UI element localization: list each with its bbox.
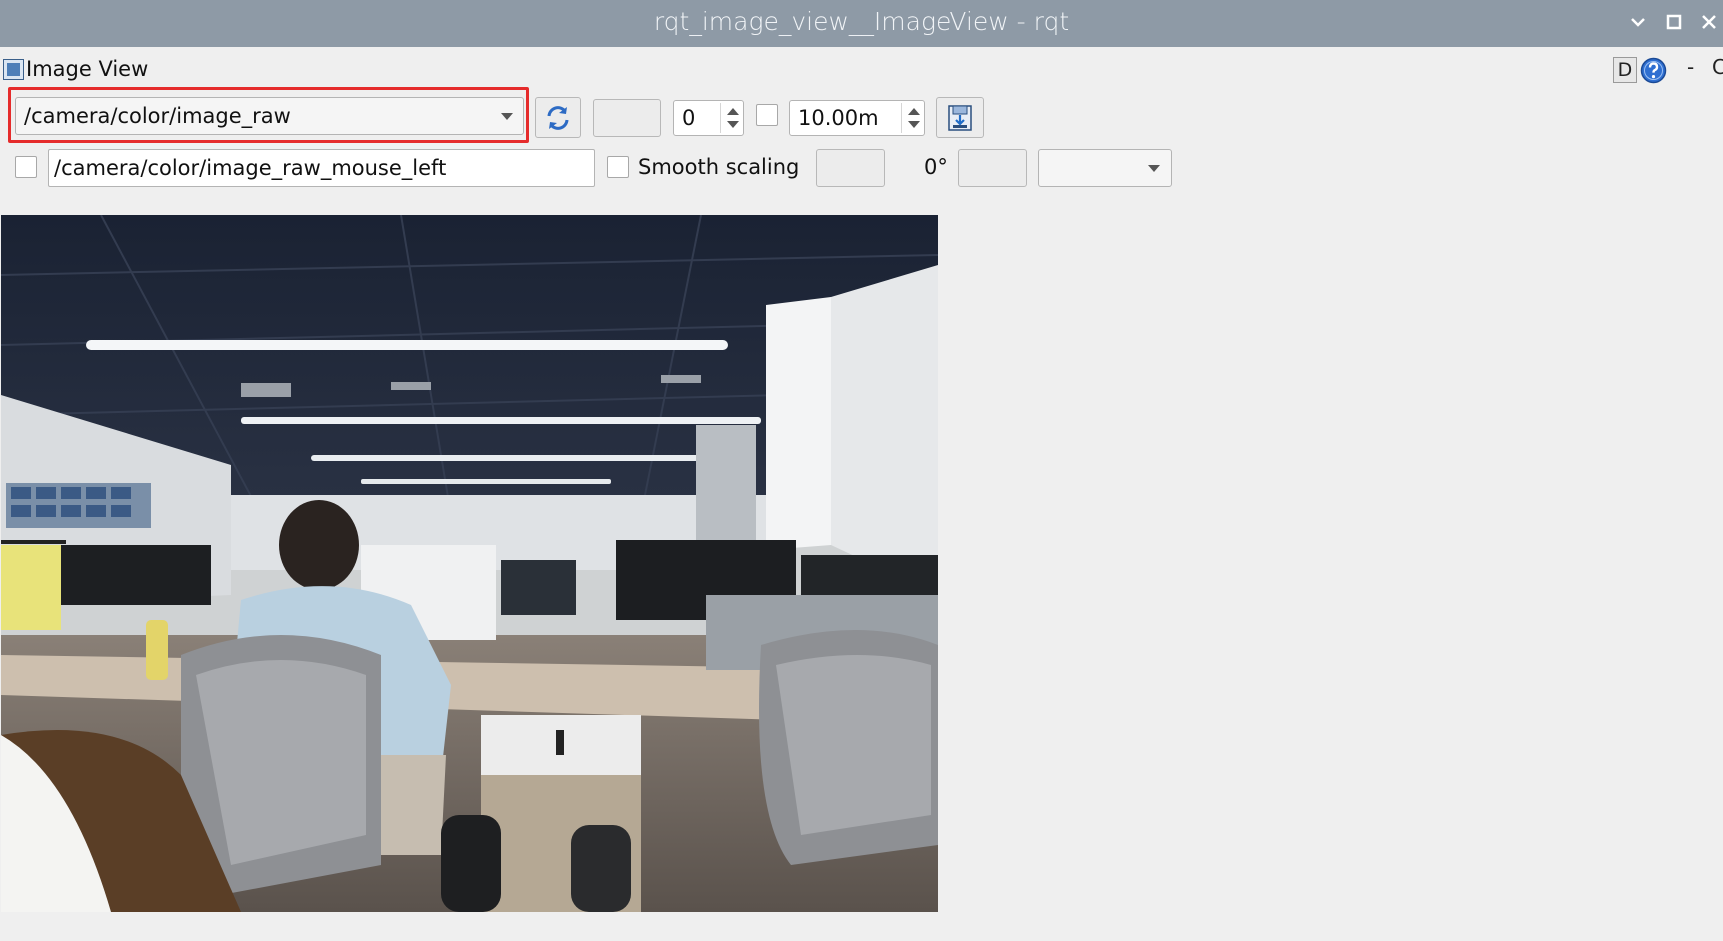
- rotation-label: 0°: [924, 155, 948, 179]
- refresh-button[interactable]: [535, 97, 581, 138]
- dock-header: Image View D - C: [0, 55, 1723, 87]
- spin-down-icon[interactable]: [908, 121, 920, 128]
- spin-box[interactable]: 0: [673, 100, 744, 136]
- refresh-icon: [547, 106, 569, 130]
- mouse-topic-value: /camera/color/image_raw_mouse_left: [54, 156, 447, 180]
- image-view-icon: [3, 59, 24, 80]
- spin-divider: [720, 103, 721, 133]
- color-scheme-combobox[interactable]: [1038, 149, 1172, 187]
- max-range-spinbox[interactable]: 10.00m: [789, 100, 925, 136]
- chevron-down-icon[interactable]: [1628, 12, 1648, 32]
- camera-frame: [1, 215, 938, 912]
- minimize-dock-button[interactable]: -: [1687, 55, 1694, 79]
- spin-up-icon[interactable]: [727, 108, 739, 115]
- dropdown-arrow-icon: [1148, 165, 1160, 172]
- close-dock-button[interactable]: C: [1712, 55, 1723, 79]
- save-button[interactable]: [936, 97, 984, 138]
- save-icon: [948, 105, 972, 131]
- dynamic-range-checkbox[interactable]: [756, 104, 778, 126]
- blank-button[interactable]: [593, 99, 661, 137]
- spin-up-icon[interactable]: [908, 108, 920, 115]
- window-titlebar: rqt_image_view__ImageView - rqt: [0, 0, 1723, 47]
- window-title: rqt_image_view__ImageView - rqt: [653, 7, 1070, 36]
- publish-mouse-checkbox[interactable]: [15, 156, 37, 178]
- smooth-scaling-label: Smooth scaling: [638, 155, 800, 179]
- rotate-right-button[interactable]: [958, 149, 1027, 187]
- spin-value: 0: [682, 106, 696, 130]
- rotate-left-button[interactable]: [816, 149, 885, 187]
- smooth-scaling-checkbox[interactable]: [607, 156, 629, 178]
- maximize-icon[interactable]: [1664, 12, 1684, 32]
- close-icon[interactable]: [1699, 12, 1719, 32]
- spin-down-icon[interactable]: [727, 121, 739, 128]
- spin-divider: [901, 103, 902, 133]
- dock-title: Image View: [26, 57, 149, 81]
- highlight-box: [8, 87, 529, 143]
- mouse-topic-input[interactable]: /camera/color/image_raw_mouse_left: [48, 149, 595, 187]
- help-icon[interactable]: [1640, 57, 1667, 84]
- max-range-value: 10.00m: [798, 106, 879, 130]
- d-button[interactable]: D: [1613, 57, 1637, 83]
- camera-image[interactable]: [1, 215, 938, 912]
